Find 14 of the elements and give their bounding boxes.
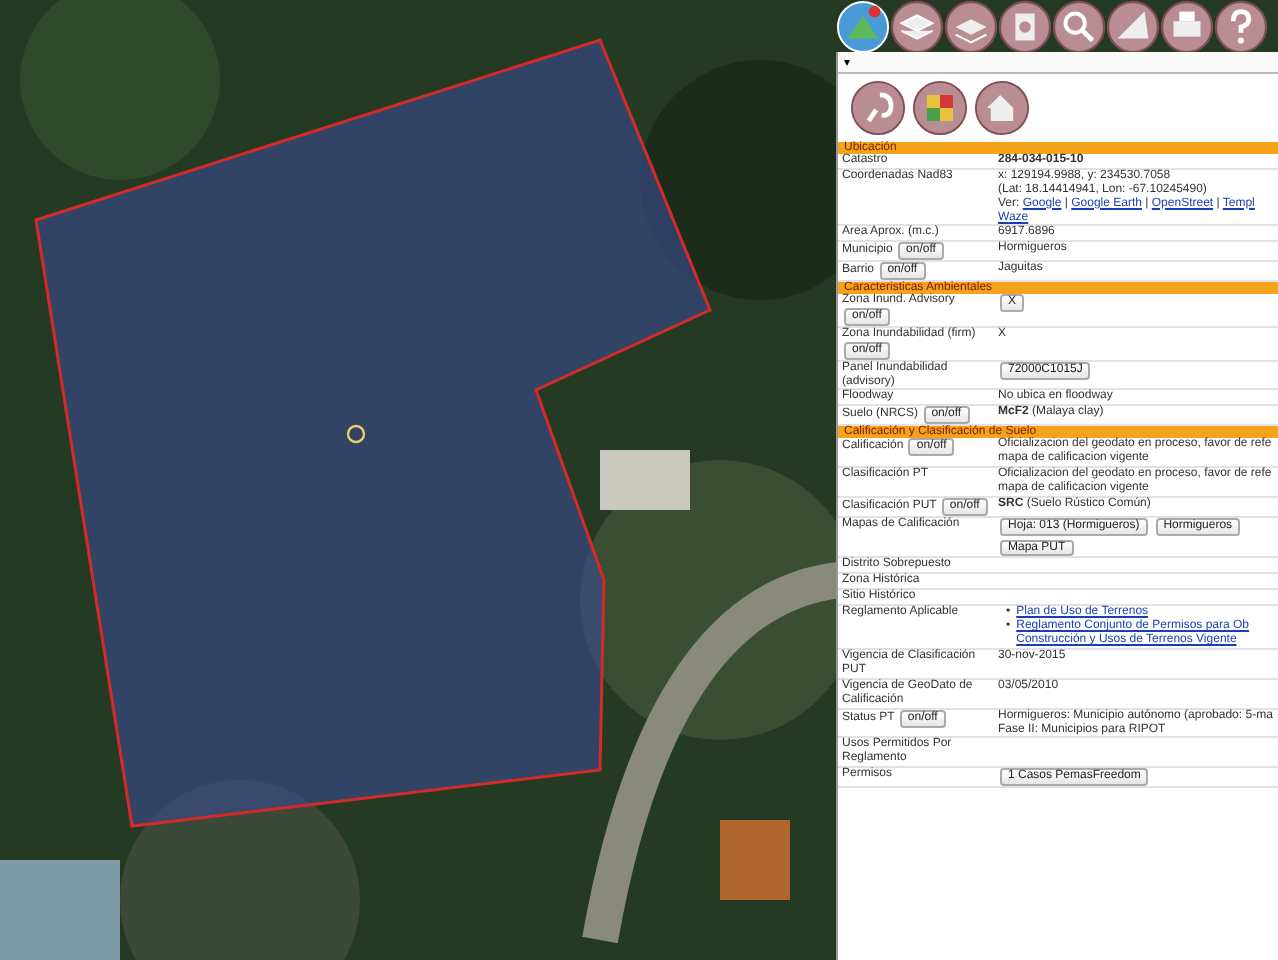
map-icon[interactable] bbox=[836, 0, 890, 53]
printer-icon[interactable] bbox=[1160, 0, 1214, 53]
help-icon[interactable] bbox=[1214, 0, 1268, 53]
document-icon[interactable] bbox=[998, 0, 1052, 53]
map-legend-icon[interactable] bbox=[912, 80, 968, 136]
house-icon[interactable] bbox=[974, 80, 1030, 136]
layers-icon[interactable] bbox=[944, 0, 998, 53]
house-roof bbox=[720, 820, 790, 900]
ruler-icon[interactable] bbox=[1106, 0, 1160, 53]
layers-icon[interactable] bbox=[890, 0, 944, 53]
crosshair-icon bbox=[346, 424, 366, 444]
house-roof bbox=[600, 450, 690, 510]
pool bbox=[0, 860, 120, 960]
search-icon[interactable] bbox=[1052, 0, 1106, 53]
